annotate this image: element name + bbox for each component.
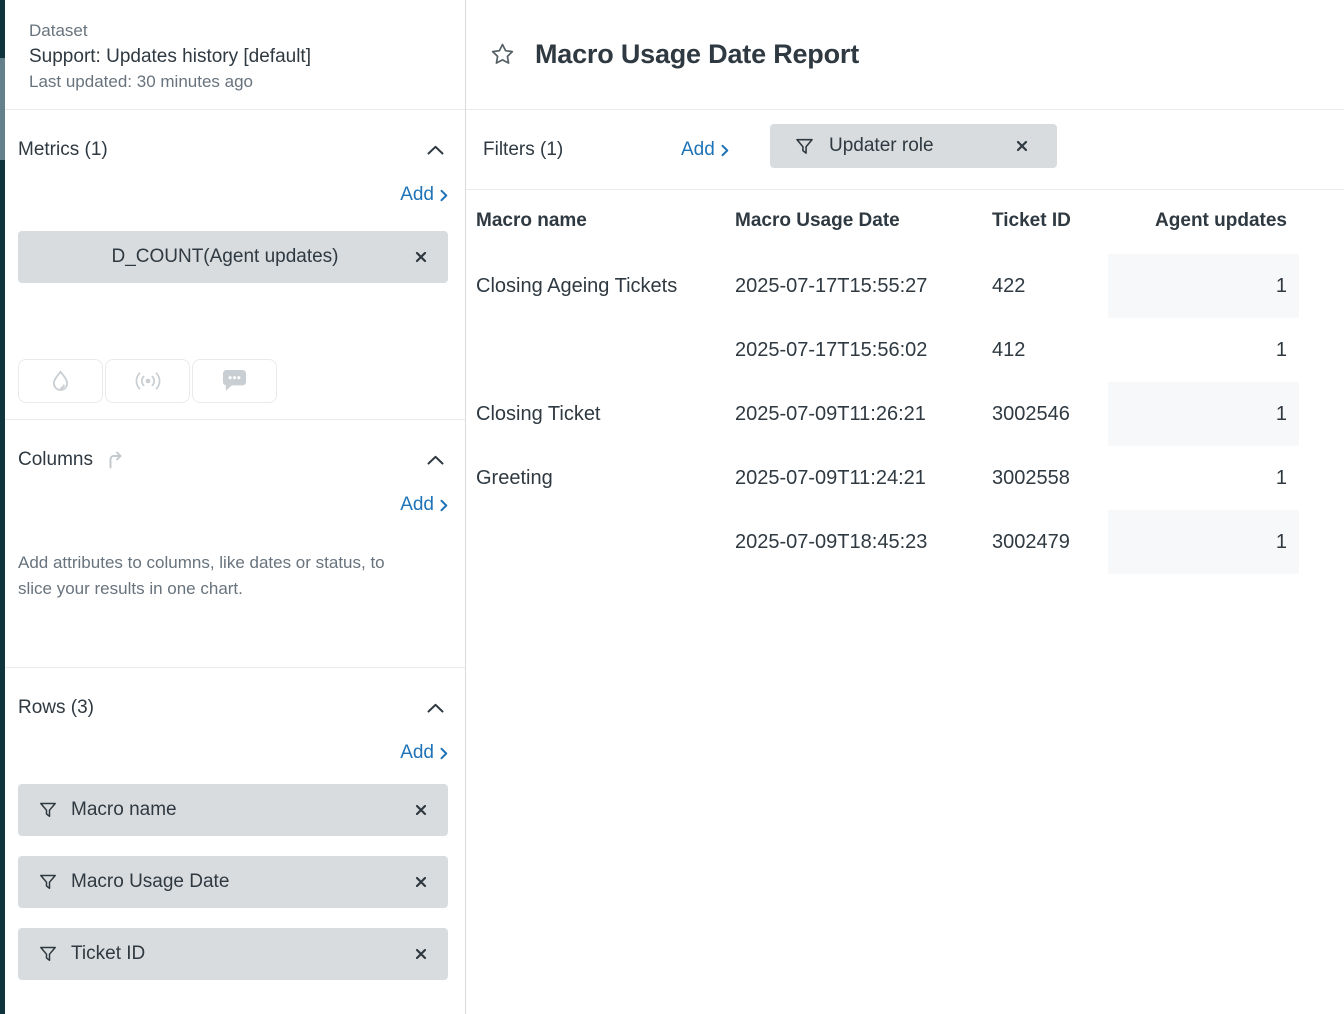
add-label: Add <box>681 139 715 161</box>
close-icon <box>1015 139 1029 153</box>
metrics-collapse-button[interactable] <box>423 143 448 157</box>
filters-label: Filters (1) <box>483 110 563 190</box>
dataset-name: Support: Updates history [default] <box>29 44 441 69</box>
table-cell: Greeting <box>476 446 735 510</box>
close-icon <box>414 803 428 817</box>
rows-collapse-button[interactable] <box>423 701 448 715</box>
row-chip-remove-button[interactable] <box>412 873 430 891</box>
table-cell: 2025-07-17T15:55:27 <box>735 254 992 318</box>
chevron-up-icon <box>427 455 444 465</box>
row-chip-remove-button[interactable] <box>412 945 430 963</box>
filter-chip-remove-button[interactable] <box>1013 137 1031 155</box>
row-chip-macro-usage-date[interactable]: Macro Usage Date <box>18 856 448 908</box>
chevron-right-icon <box>721 144 729 157</box>
table-cell-value: 1 <box>1108 318 1299 382</box>
filters-bar: Filters (1) Add Updater role <box>466 110 1344 190</box>
metric-broadcast-tool-button[interactable] <box>105 359 190 403</box>
filters-add-button[interactable]: Add <box>681 139 729 161</box>
add-label: Add <box>400 742 434 764</box>
chevron-up-icon <box>427 703 444 713</box>
table-cell: 3002558 <box>992 446 1108 510</box>
chevron-right-icon <box>440 747 448 760</box>
table-header-macro-usage-date: Macro Usage Date <box>735 190 992 252</box>
table-cell: 2025-07-09T11:24:21 <box>735 446 992 510</box>
metric-tools <box>18 359 448 403</box>
table-cell <box>476 318 735 382</box>
filter-funnel-icon <box>794 136 815 157</box>
table-cell: 2025-07-17T15:56:02 <box>735 318 992 382</box>
chevron-up-icon <box>427 145 444 155</box>
metric-chip-remove-button[interactable] <box>412 248 430 266</box>
report-builder-sidebar: Dataset Support: Updates history [defaul… <box>5 0 466 1014</box>
table-cell <box>476 510 735 574</box>
favorite-button[interactable] <box>487 39 518 70</box>
result-table: Macro name Macro Usage Date Ticket ID Ag… <box>476 190 1299 574</box>
filter-funnel-icon <box>38 944 58 964</box>
add-label: Add <box>400 184 434 206</box>
columns-collapse-button[interactable] <box>423 453 448 467</box>
table-cell-value: 1 <box>1108 446 1299 510</box>
metric-chip[interactable]: D_COUNT(Agent updates) <box>18 231 448 283</box>
table-cell: 412 <box>992 318 1108 382</box>
table-cell: 2025-07-09T18:45:23 <box>735 510 992 574</box>
row-chip-label: Macro Usage Date <box>71 871 229 893</box>
columns-add-button[interactable]: Add <box>400 494 448 516</box>
add-label: Add <box>400 494 434 516</box>
dataset-info: Dataset Support: Updates history [defaul… <box>5 0 465 110</box>
metrics-section: Metrics (1) Add D_COUNT(Agent updates) <box>5 110 465 420</box>
row-chip-label: Macro name <box>71 799 177 821</box>
chevron-right-icon <box>440 189 448 202</box>
filter-chip-label: Updater role <box>829 135 934 157</box>
metric-comment-tool-button[interactable] <box>192 359 277 403</box>
metrics-add-button[interactable]: Add <box>400 184 448 206</box>
close-icon <box>414 875 428 889</box>
rows-section: Rows (3) Add Macro name Macro Usage Date <box>5 668 465 1014</box>
table-cell-value: 1 <box>1108 510 1299 574</box>
table-header-ticket-id: Ticket ID <box>992 190 1108 252</box>
table-cell: 2025-07-09T11:26:21 <box>735 382 992 446</box>
table-cell: 422 <box>992 254 1108 318</box>
filter-funnel-icon <box>38 872 58 892</box>
metrics-section-title: Metrics (1) <box>18 139 108 161</box>
droplet-icon <box>47 368 74 395</box>
table-cell: Closing Ticket <box>476 382 735 446</box>
table-cell: 3002479 <box>992 510 1108 574</box>
row-chip-ticket-id[interactable]: Ticket ID <box>18 928 448 980</box>
rows-section-title: Rows (3) <box>18 697 94 719</box>
dataset-last-updated: Last updated: 30 minutes ago <box>29 70 441 94</box>
row-chip-remove-button[interactable] <box>412 801 430 819</box>
chat-bubble-icon <box>220 369 249 394</box>
columns-helper-text: Add attributes to columns, like dates or… <box>18 550 448 602</box>
broadcast-icon <box>130 370 166 392</box>
close-icon <box>414 250 428 264</box>
metric-chip-label: D_COUNT(Agent updates) <box>38 246 412 268</box>
table-cell: 3002546 <box>992 382 1108 446</box>
row-chip-label: Ticket ID <box>71 943 145 965</box>
report-title: Macro Usage Date Report <box>535 39 859 70</box>
metric-droplet-tool-button[interactable] <box>18 359 103 403</box>
chevron-right-icon <box>440 499 448 512</box>
table-header-macro-name: Macro name <box>476 190 735 252</box>
table-cell-value: 1 <box>1108 254 1299 318</box>
filter-chip-updater-role[interactable]: Updater role <box>770 124 1057 168</box>
report-main-area: Macro Usage Date Report Filters (1) Add … <box>466 0 1344 1014</box>
pivot-arrow-icon <box>103 448 127 472</box>
table-header-agent-updates: Agent updates <box>1108 190 1299 252</box>
columns-section-title: Columns <box>18 449 93 471</box>
table-cell: Closing Ageing Tickets <box>476 254 735 318</box>
dataset-label: Dataset <box>29 19 441 43</box>
filter-funnel-icon <box>38 800 58 820</box>
columns-section: Columns Add Add attributes to columns, l… <box>5 420 465 668</box>
report-header: Macro Usage Date Report <box>466 0 1344 110</box>
rows-add-button[interactable]: Add <box>400 742 448 764</box>
star-icon <box>489 41 516 68</box>
table-cell-value: 1 <box>1108 382 1299 446</box>
close-icon <box>414 947 428 961</box>
row-chip-macro-name[interactable]: Macro name <box>18 784 448 836</box>
